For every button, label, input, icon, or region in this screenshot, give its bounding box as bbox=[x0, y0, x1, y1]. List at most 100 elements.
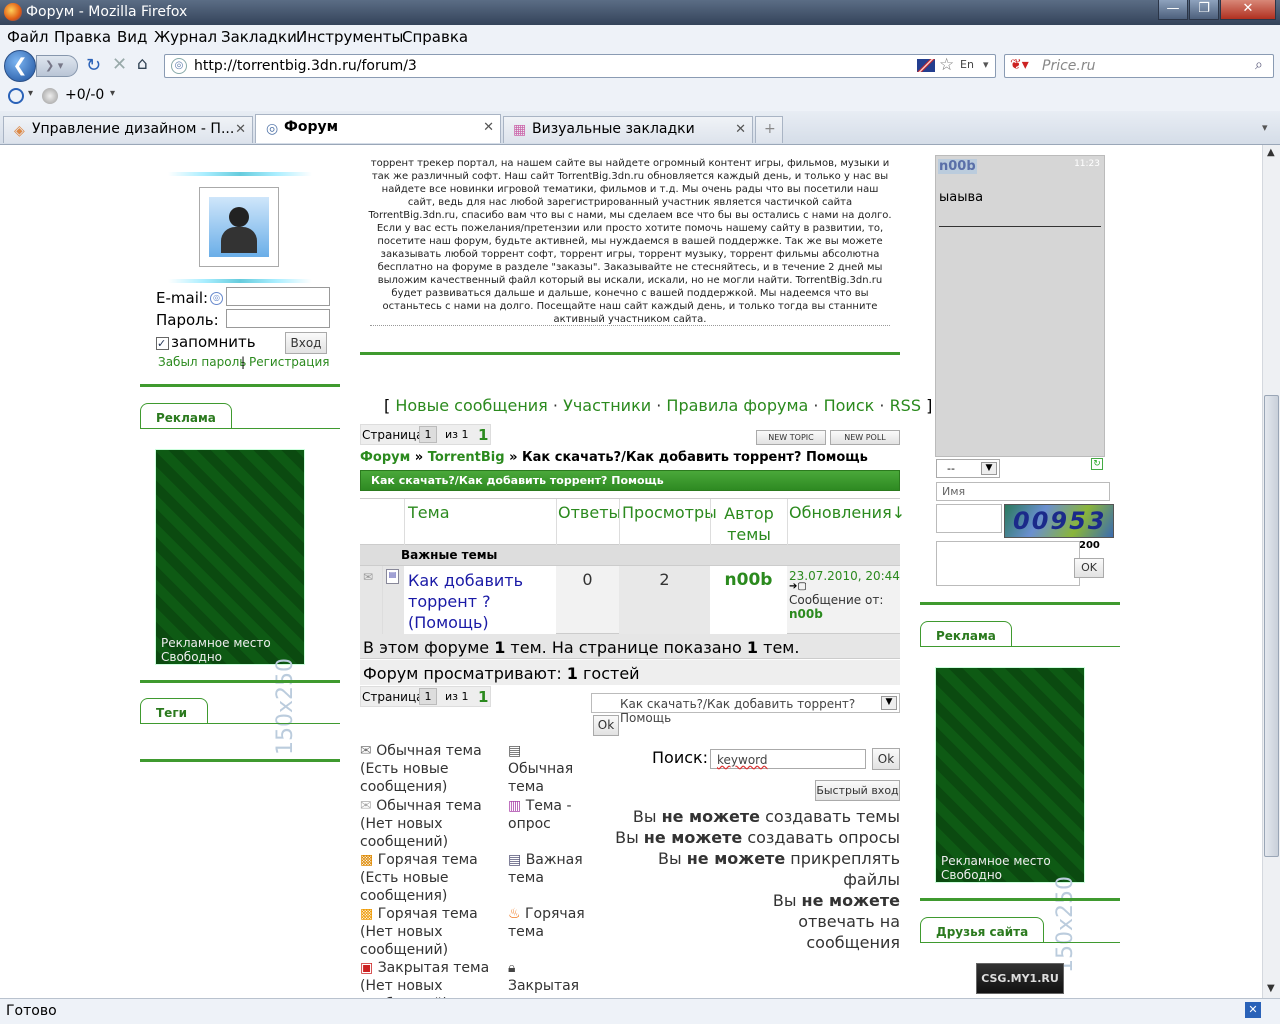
captcha-input[interactable] bbox=[936, 504, 1002, 533]
rss-link[interactable]: RSS bbox=[890, 396, 921, 415]
viewers-count: 1 bbox=[566, 664, 578, 683]
column-author[interactable]: Автор темы bbox=[720, 503, 778, 545]
home-icon[interactable]: ⌂ bbox=[137, 54, 148, 74]
bookmark-star-icon[interactable]: ☆ bbox=[939, 55, 954, 75]
pager-page[interactable]: 1 bbox=[419, 426, 437, 443]
new-poll-button[interactable]: NEW POLL bbox=[830, 430, 900, 445]
tab-design[interactable]: ◈ Управление дизайном - П... ✕ bbox=[3, 116, 253, 143]
menu-file[interactable]: Файл bbox=[7, 28, 48, 46]
legend-label: Обычная тема bbox=[508, 761, 574, 795]
url-bar[interactable]: ◎ http://torrentbig.3dn.ru/forum/3 ☆ En … bbox=[164, 54, 996, 78]
register-link[interactable]: Регистрация bbox=[249, 355, 329, 369]
uk-flag-icon[interactable] bbox=[917, 59, 935, 72]
password-field[interactable] bbox=[226, 309, 330, 328]
rating-counter[interactable]: +0/-0 bbox=[65, 87, 104, 103]
search-box[interactable]: ❦▾ Price.ru ⌕ bbox=[1004, 54, 1274, 78]
chat-message-input[interactable] bbox=[936, 541, 1080, 586]
chat-select[interactable]: -- ▼ bbox=[936, 459, 1000, 478]
pager-current[interactable]: 1 bbox=[478, 688, 488, 706]
quick-login-button[interactable]: Быстрый вход bbox=[815, 780, 900, 801]
tags-title: Теги bbox=[156, 706, 188, 720]
addon-icon[interactable] bbox=[8, 88, 24, 104]
goto-last-post-icon[interactable]: ➔▢ bbox=[789, 581, 807, 592]
close-tab-icon[interactable]: ✕ bbox=[735, 122, 746, 137]
minimize-button[interactable]: — bbox=[1158, 0, 1188, 20]
chat-name-input[interactable]: Имя bbox=[936, 482, 1110, 501]
chat-user-link[interactable]: n00b bbox=[938, 159, 977, 174]
breadcrumb-site-link[interactable]: TorrentBig bbox=[428, 450, 505, 465]
message-author-link[interactable]: n00b bbox=[789, 607, 823, 621]
forgot-password-link[interactable]: Забыл пароль bbox=[158, 355, 246, 369]
openid-icon[interactable]: ◎ bbox=[210, 292, 223, 305]
pager-page[interactable]: 1 bbox=[419, 688, 437, 705]
topic-title-link[interactable]: Как добавить торрент ? (Помощь) bbox=[408, 570, 548, 633]
menu-view[interactable]: Вид bbox=[117, 28, 147, 46]
friend-site-banner[interactable]: CSG.MY1.RU bbox=[976, 963, 1064, 994]
main-column: торрент трекер портал, на нашем сайте вы… bbox=[360, 145, 932, 998]
login-button[interactable]: Вход bbox=[285, 332, 327, 354]
tab-forum[interactable]: ◎ Форум ✕ bbox=[255, 114, 501, 143]
remember-checkbox[interactable]: ✓ bbox=[156, 337, 169, 350]
forum-jump-ok-button[interactable]: Ok bbox=[593, 715, 619, 736]
new-topic-icon: ✉ bbox=[360, 743, 377, 759]
tab-list-icon[interactable]: ▾ bbox=[1262, 121, 1268, 134]
addon-dropdown-icon[interactable]: ▾ bbox=[28, 88, 33, 99]
chevron-down-icon[interactable]: ▼ bbox=[881, 696, 897, 710]
search-link[interactable]: Поиск bbox=[824, 396, 875, 415]
search-icon[interactable]: ⌕ bbox=[1255, 57, 1263, 73]
maximize-button[interactable]: ❐ bbox=[1189, 0, 1219, 20]
email-field[interactable] bbox=[226, 287, 330, 306]
rating-dropdown-icon[interactable]: ▾ bbox=[110, 88, 115, 99]
vertical-scrollbar[interactable]: ▲ ▼ bbox=[1262, 145, 1280, 998]
menu-tools[interactable]: Инструменты bbox=[296, 28, 403, 46]
forum-search-input[interactable]: keyword bbox=[710, 749, 866, 769]
column-topic[interactable]: Тема bbox=[408, 503, 450, 522]
forum-search-ok-button[interactable]: Ok bbox=[872, 748, 900, 770]
members-link[interactable]: Участники bbox=[563, 396, 651, 415]
column-updated[interactable]: Обновления↓ bbox=[789, 503, 905, 522]
forum-jump-select[interactable]: Как скачать?/Как добавить торрент? Помощ… bbox=[591, 693, 900, 725]
menu-edit[interactable]: Правка bbox=[54, 28, 111, 46]
url-text[interactable]: http://torrentbig.3dn.ru/forum/3 bbox=[194, 58, 417, 74]
addon-status-icon[interactable]: ✕ bbox=[1245, 1002, 1261, 1018]
forward-button[interactable]: ❯ ▾ bbox=[36, 55, 78, 77]
menu-help[interactable]: Справка bbox=[402, 28, 468, 46]
globe-icon[interactable] bbox=[42, 88, 58, 104]
search-engine-icon[interactable]: ❦▾ bbox=[1010, 57, 1029, 73]
message-from-label: Сообщение от: bbox=[789, 593, 884, 607]
reload-icon[interactable]: ↻ bbox=[86, 55, 101, 76]
scroll-thumb[interactable] bbox=[1264, 395, 1279, 857]
ad-block-tab: Реклама bbox=[140, 403, 232, 429]
close-window-button[interactable]: ✕ bbox=[1220, 0, 1276, 20]
section-header-title[interactable]: Как скачать?/Как добавить торрент? Помощ… bbox=[371, 474, 664, 487]
scroll-up-icon[interactable]: ▲ bbox=[1267, 147, 1275, 158]
site-identity-icon[interactable]: ◎ bbox=[171, 58, 187, 74]
breadcrumb-forum-link[interactable]: Форум bbox=[360, 450, 410, 465]
new-tab-button[interactable]: + bbox=[755, 116, 783, 143]
search-input[interactable]: Price.ru bbox=[1042, 58, 1095, 74]
tab-visual-bookmarks[interactable]: ▦ Визуальные закладки ✕ bbox=[503, 116, 753, 143]
translate-icon[interactable]: En bbox=[960, 58, 974, 71]
url-dropdown-icon[interactable]: ▾ bbox=[983, 58, 989, 71]
breadcrumb-separator: » bbox=[509, 450, 518, 465]
topic-author-link[interactable]: n00b bbox=[710, 570, 787, 590]
pager-current[interactable]: 1 bbox=[478, 426, 488, 444]
new-messages-link[interactable]: Новые сообщения bbox=[395, 396, 547, 415]
ad-banner[interactable]: 150x250 Рекламное место Свободно bbox=[155, 449, 305, 755]
chat-ok-button[interactable]: OK bbox=[1074, 558, 1104, 578]
ad-banner[interactable]: 150x250 Рекламное место Свободно bbox=[935, 667, 1085, 973]
menu-bookmarks[interactable]: Закладки bbox=[221, 28, 297, 46]
close-tab-icon[interactable]: ✕ bbox=[235, 122, 246, 137]
chevron-down-icon[interactable]: ▼ bbox=[981, 462, 997, 475]
scroll-down-icon[interactable]: ▼ bbox=[1267, 983, 1275, 994]
stop-icon[interactable]: ✕ bbox=[112, 54, 127, 75]
new-topic-button[interactable]: NEW TOPIC bbox=[756, 430, 826, 445]
back-button[interactable]: ❮ bbox=[4, 50, 36, 82]
column-replies[interactable]: Ответы bbox=[558, 503, 621, 522]
tab-favicon-icon: ◈ bbox=[14, 123, 25, 139]
close-tab-icon[interactable]: ✕ bbox=[483, 120, 494, 135]
refresh-icon[interactable]: ↻ bbox=[1091, 458, 1103, 470]
menu-history[interactable]: Журнал bbox=[154, 28, 217, 46]
forum-rules-link[interactable]: Правила форума bbox=[666, 396, 808, 415]
column-views[interactable]: Просмотры bbox=[622, 503, 717, 522]
